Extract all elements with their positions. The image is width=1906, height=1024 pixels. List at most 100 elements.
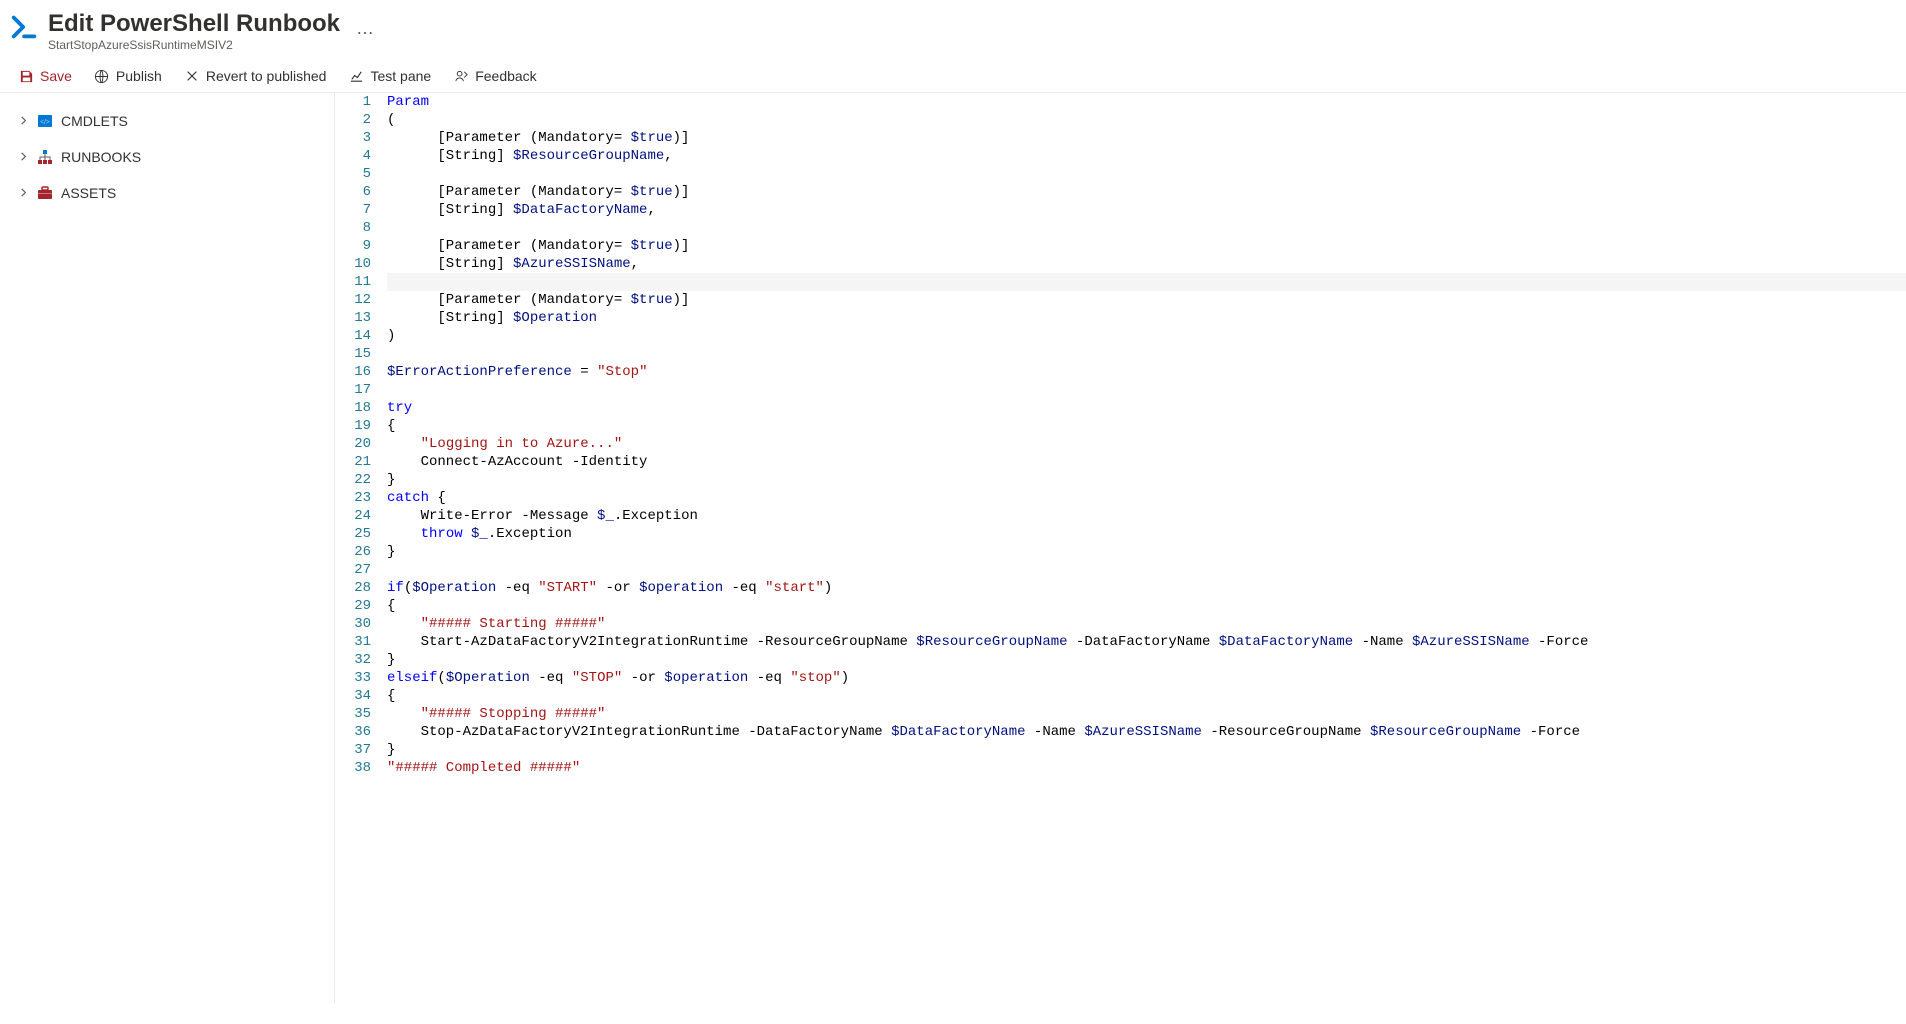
code-content[interactable]: Param( [Parameter (Mandatory= $true)] [S… bbox=[387, 93, 1906, 1003]
line-number: 37 bbox=[335, 741, 371, 759]
save-label: Save bbox=[40, 68, 72, 84]
chevron-right-icon bbox=[18, 186, 29, 201]
chart-icon bbox=[348, 68, 364, 84]
code-editor[interactable]: 1234567891011121314151617181920212223242… bbox=[335, 93, 1906, 1003]
code-line[interactable]: } bbox=[387, 741, 1906, 759]
close-icon bbox=[184, 68, 200, 84]
page-subtitle: StartStopAzureSsisRuntimeMSIV2 bbox=[48, 38, 340, 52]
line-number: 22 bbox=[335, 471, 371, 489]
line-number: 16 bbox=[335, 363, 371, 381]
code-line[interactable]: $ErrorActionPreference = "Stop" bbox=[387, 363, 1906, 381]
chevron-right-icon bbox=[18, 114, 29, 129]
line-number: 8 bbox=[335, 219, 371, 237]
toolbox-icon bbox=[37, 185, 53, 201]
code-line[interactable]: [String] $AzureSSISName, bbox=[387, 255, 1906, 273]
line-number: 31 bbox=[335, 633, 371, 651]
command-bar: Save Publish Revert to published Test pa… bbox=[0, 60, 1906, 93]
globe-icon bbox=[94, 68, 110, 84]
feedback-label: Feedback bbox=[475, 68, 536, 84]
code-line[interactable]: [Parameter (Mandatory= $true)] bbox=[387, 183, 1906, 201]
code-line[interactable] bbox=[387, 381, 1906, 399]
line-number: 38 bbox=[335, 759, 371, 777]
code-line[interactable]: [Parameter (Mandatory= $true)] bbox=[387, 237, 1906, 255]
line-number: 10 bbox=[335, 255, 371, 273]
page-header: Edit PowerShell Runbook StartStopAzureSs… bbox=[0, 0, 1906, 60]
sidebar-item-cmdlets[interactable]: </> CMDLETS bbox=[0, 103, 334, 139]
line-number: 5 bbox=[335, 165, 371, 183]
more-menu-button[interactable]: … bbox=[356, 18, 372, 39]
code-line[interactable] bbox=[387, 219, 1906, 237]
feedback-button[interactable]: Feedback bbox=[453, 68, 536, 84]
hierarchy-icon bbox=[37, 149, 53, 165]
line-number: 24 bbox=[335, 507, 371, 525]
code-line[interactable]: } bbox=[387, 543, 1906, 561]
code-line[interactable] bbox=[387, 273, 1906, 291]
line-number: 15 bbox=[335, 345, 371, 363]
line-number: 36 bbox=[335, 723, 371, 741]
line-number: 28 bbox=[335, 579, 371, 597]
code-line[interactable]: { bbox=[387, 597, 1906, 615]
line-number: 12 bbox=[335, 291, 371, 309]
code-line[interactable]: Write-Error -Message $_.Exception bbox=[387, 507, 1906, 525]
code-line[interactable]: { bbox=[387, 417, 1906, 435]
code-line[interactable]: Connect-AzAccount -Identity bbox=[387, 453, 1906, 471]
save-button[interactable]: Save bbox=[18, 68, 72, 84]
code-line[interactable]: Param bbox=[387, 93, 1906, 111]
feedback-icon bbox=[453, 68, 469, 84]
code-line[interactable]: ) bbox=[387, 327, 1906, 345]
line-number: 4 bbox=[335, 147, 371, 165]
code-line[interactable]: "##### Stopping #####" bbox=[387, 705, 1906, 723]
body: </> CMDLETS RUNBOOKS ASSETS 123456789101… bbox=[0, 93, 1906, 1003]
code-line[interactable]: [String] $DataFactoryName, bbox=[387, 201, 1906, 219]
code-line[interactable]: [String] $Operation bbox=[387, 309, 1906, 327]
code-line[interactable] bbox=[387, 345, 1906, 363]
code-line[interactable]: try bbox=[387, 399, 1906, 417]
code-line[interactable]: Start-AzDataFactoryV2IntegrationRuntime … bbox=[387, 633, 1906, 651]
test-pane-button[interactable]: Test pane bbox=[348, 68, 431, 84]
line-number: 14 bbox=[335, 327, 371, 345]
line-number: 1 bbox=[335, 93, 371, 111]
code-line[interactable]: ( bbox=[387, 111, 1906, 129]
line-number: 6 bbox=[335, 183, 371, 201]
sidebar-item-label: ASSETS bbox=[61, 185, 116, 201]
line-number: 9 bbox=[335, 237, 371, 255]
line-number: 32 bbox=[335, 651, 371, 669]
test-pane-label: Test pane bbox=[370, 68, 431, 84]
line-number: 3 bbox=[335, 129, 371, 147]
line-number: 20 bbox=[335, 435, 371, 453]
publish-button[interactable]: Publish bbox=[94, 68, 162, 84]
code-line[interactable]: catch { bbox=[387, 489, 1906, 507]
line-number: 26 bbox=[335, 543, 371, 561]
code-line[interactable]: elseif($Operation -eq "STOP" -or $operat… bbox=[387, 669, 1906, 687]
sidebar-item-assets[interactable]: ASSETS bbox=[0, 175, 334, 211]
code-line[interactable]: if($Operation -eq "START" -or $operation… bbox=[387, 579, 1906, 597]
sidebar-item-label: RUNBOOKS bbox=[61, 149, 141, 165]
code-line[interactable]: [Parameter (Mandatory= $true)] bbox=[387, 129, 1906, 147]
line-number: 27 bbox=[335, 561, 371, 579]
sidebar-item-runbooks[interactable]: RUNBOOKS bbox=[0, 139, 334, 175]
code-line[interactable] bbox=[387, 561, 1906, 579]
code-line[interactable]: Stop-AzDataFactoryV2IntegrationRuntime -… bbox=[387, 723, 1906, 741]
line-number: 21 bbox=[335, 453, 371, 471]
code-line[interactable]: "##### Starting #####" bbox=[387, 615, 1906, 633]
line-number: 23 bbox=[335, 489, 371, 507]
code-line[interactable]: { bbox=[387, 687, 1906, 705]
code-line[interactable]: [String] $ResourceGroupName, bbox=[387, 147, 1906, 165]
code-line[interactable] bbox=[387, 165, 1906, 183]
publish-label: Publish bbox=[116, 68, 162, 84]
line-number: 18 bbox=[335, 399, 371, 417]
code-line[interactable]: } bbox=[387, 651, 1906, 669]
line-number: 25 bbox=[335, 525, 371, 543]
revert-button[interactable]: Revert to published bbox=[184, 68, 327, 84]
svg-text:</>: </> bbox=[40, 118, 50, 126]
line-number: 33 bbox=[335, 669, 371, 687]
code-line[interactable]: "##### Completed #####" bbox=[387, 759, 1906, 777]
code-line[interactable]: throw $_.Exception bbox=[387, 525, 1906, 543]
page-title: Edit PowerShell Runbook bbox=[48, 10, 340, 38]
line-number: 7 bbox=[335, 201, 371, 219]
line-number: 13 bbox=[335, 309, 371, 327]
code-line[interactable]: "Logging in to Azure..." bbox=[387, 435, 1906, 453]
code-line[interactable]: [Parameter (Mandatory= $true)] bbox=[387, 291, 1906, 309]
code-line[interactable]: } bbox=[387, 471, 1906, 489]
sidebar: </> CMDLETS RUNBOOKS ASSETS bbox=[0, 93, 335, 1003]
